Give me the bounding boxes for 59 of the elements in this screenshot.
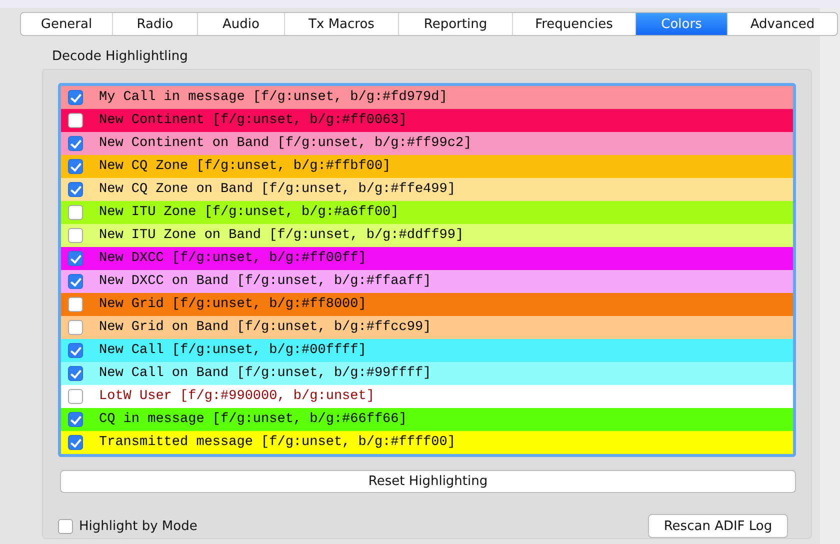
tab[interactable]: Radio: [113, 13, 198, 35]
highlight-row[interactable]: New DXCC on Band [f/g:unset, b/g:#ffaaff]: [61, 270, 793, 293]
highlight-label: New ITU Zone [f/g:unset, b/g:#a6ff00]: [99, 205, 399, 220]
highlight-row[interactable]: My Call in message [f/g:unset, b/g:#fd979d]: [61, 86, 793, 109]
checkbox[interactable]: [68, 159, 83, 174]
checkbox[interactable]: [68, 274, 83, 289]
checkbox[interactable]: [68, 297, 83, 312]
checkbox[interactable]: [68, 320, 83, 335]
group-title: Decode Highlightling: [52, 49, 188, 64]
highlight-label: New Continent on Band [f/g:unset, b/g:#ff99c2]: [99, 136, 472, 151]
highlight-row[interactable]: New DXCC [f/g:unset, b/g:#ff00ff]: [61, 247, 793, 270]
checkbox[interactable]: [68, 435, 83, 450]
highlight-label: New Continent [f/g:unset, b/g:#ff0063]: [99, 113, 407, 128]
highlight-label: New CQ Zone on Band [f/g:unset, b/g:#ffe499]: [99, 182, 456, 197]
highlight-row[interactable]: New Grid [f/g:unset, b/g:#ff8000]: [61, 293, 793, 316]
checkbox[interactable]: [68, 90, 83, 105]
highlight-row[interactable]: Transmitted message [f/g:unset, b/g:#ffff00]: [61, 431, 793, 454]
checkbox[interactable]: [68, 343, 83, 358]
checkbox[interactable]: [68, 182, 83, 197]
checkbox[interactable]: [68, 389, 83, 404]
checkbox[interactable]: [68, 251, 83, 266]
highlight-label: LotW User [f/g:#990000, b/g:unset]: [99, 389, 374, 404]
highlight-label: New Grid on Band [f/g:unset, b/g:#ffcc99]: [99, 320, 432, 335]
highlight-label: New ITU Zone on Band [f/g:unset, b/g:#ddff99]: [99, 228, 464, 243]
reset-highlighting-button[interactable]: Reset Highlighting: [60, 470, 796, 493]
highlight-label: My Call in message [f/g:unset, b/g:#fd979d]: [99, 90, 448, 105]
tab[interactable]: Reporting: [399, 13, 513, 35]
highlight-row[interactable]: New Continent [f/g:unset, b/g:#ff0063]: [61, 109, 793, 132]
highlight-label: New Call [f/g:unset, b/g:#00ffff]: [99, 343, 366, 358]
highlight-row[interactable]: New Grid on Band [f/g:unset, b/g:#ffcc99]: [61, 316, 793, 339]
highlight-row[interactable]: New ITU Zone on Band [f/g:unset, b/g:#ddff99]: [61, 224, 793, 247]
highlight-row[interactable]: New ITU Zone [f/g:unset, b/g:#a6ff00]: [61, 201, 793, 224]
highlight-row[interactable]: New CQ Zone on Band [f/g:unset, b/g:#ffe499]: [61, 178, 793, 201]
highlight-label: CQ in message [f/g:unset, b/g:#66ff66]: [99, 412, 407, 427]
checkbox[interactable]: [68, 136, 83, 151]
checkbox[interactable]: [68, 113, 83, 128]
tab[interactable]: Tx Macros: [285, 13, 399, 35]
checkbox[interactable]: [68, 412, 83, 427]
highlight-row[interactable]: CQ in message [f/g:unset, b/g:#66ff66]: [61, 408, 793, 431]
checkbox[interactable]: [68, 228, 83, 243]
rescan-adif-log-button[interactable]: Rescan ADIF Log: [648, 514, 788, 538]
highlight-label: New CQ Zone [f/g:unset, b/g:#ffbf00]: [99, 159, 391, 174]
checkbox[interactable]: [68, 205, 83, 220]
checkbox[interactable]: [68, 366, 83, 381]
tab[interactable]: Audio: [198, 13, 285, 35]
highlight-label: New DXCC [f/g:unset, b/g:#ff00ff]: [99, 251, 366, 266]
tab[interactable]: Colors: [636, 13, 728, 35]
checkbox-label: Highlight by Mode: [79, 518, 198, 534]
highlight-label: Transmitted message [f/g:unset, b/g:#ffff00]: [99, 435, 456, 450]
tab[interactable]: Advanced: [728, 13, 837, 35]
highlight-row[interactable]: New Continent on Band [f/g:unset, b/g:#ff99c2]: [61, 132, 793, 155]
highlight-label: New DXCC on Band [f/g:unset, b/g:#ffaaff]: [99, 274, 432, 289]
highlight-row[interactable]: New Call on Band [f/g:unset, b/g:#99ffff]: [61, 362, 793, 385]
highlight-row[interactable]: New CQ Zone [f/g:unset, b/g:#ffbf00]: [61, 155, 793, 178]
highlight-label: New Grid [f/g:unset, b/g:#ff8000]: [99, 297, 366, 312]
checkbox[interactable]: [58, 518, 73, 534]
highlight-row[interactable]: New Call [f/g:unset, b/g:#00ffff]: [61, 339, 793, 362]
highlight-label: New Call on Band [f/g:unset, b/g:#99ffff]: [99, 366, 432, 381]
tab[interactable]: General: [21, 13, 113, 35]
